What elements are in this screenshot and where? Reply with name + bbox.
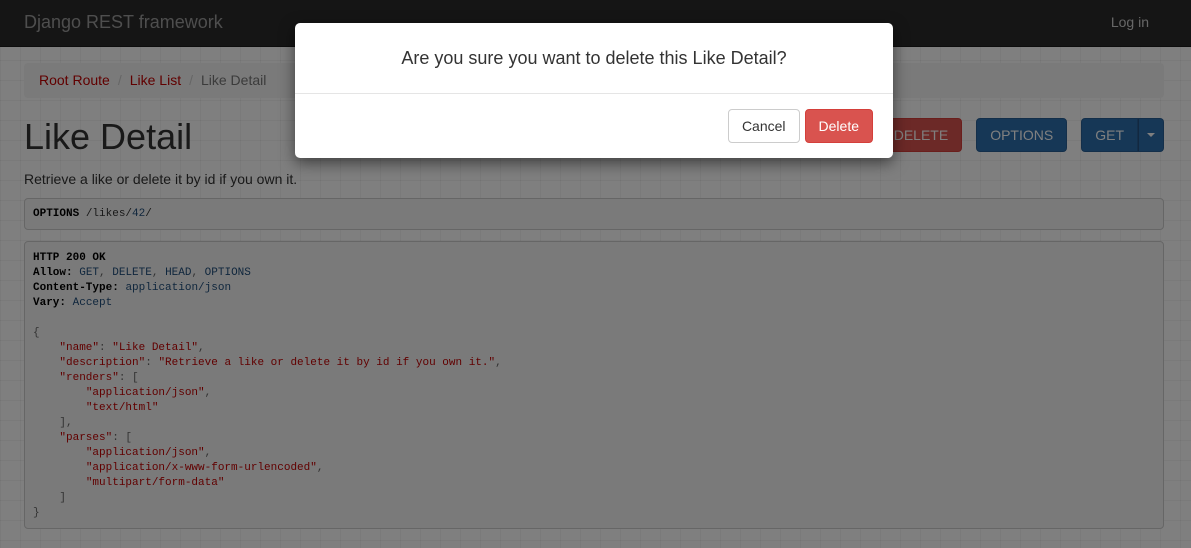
modal-footer: Cancel Delete xyxy=(727,109,873,143)
delete-confirm-modal: Are you sure you want to delete this Lik… xyxy=(295,23,893,158)
confirm-delete-button[interactable]: Delete xyxy=(804,109,873,143)
modal-header: Are you sure you want to delete this Lik… xyxy=(295,23,893,94)
cancel-button[interactable]: Cancel xyxy=(727,109,800,143)
modal-title: Are you sure you want to delete this Lik… xyxy=(401,47,787,68)
